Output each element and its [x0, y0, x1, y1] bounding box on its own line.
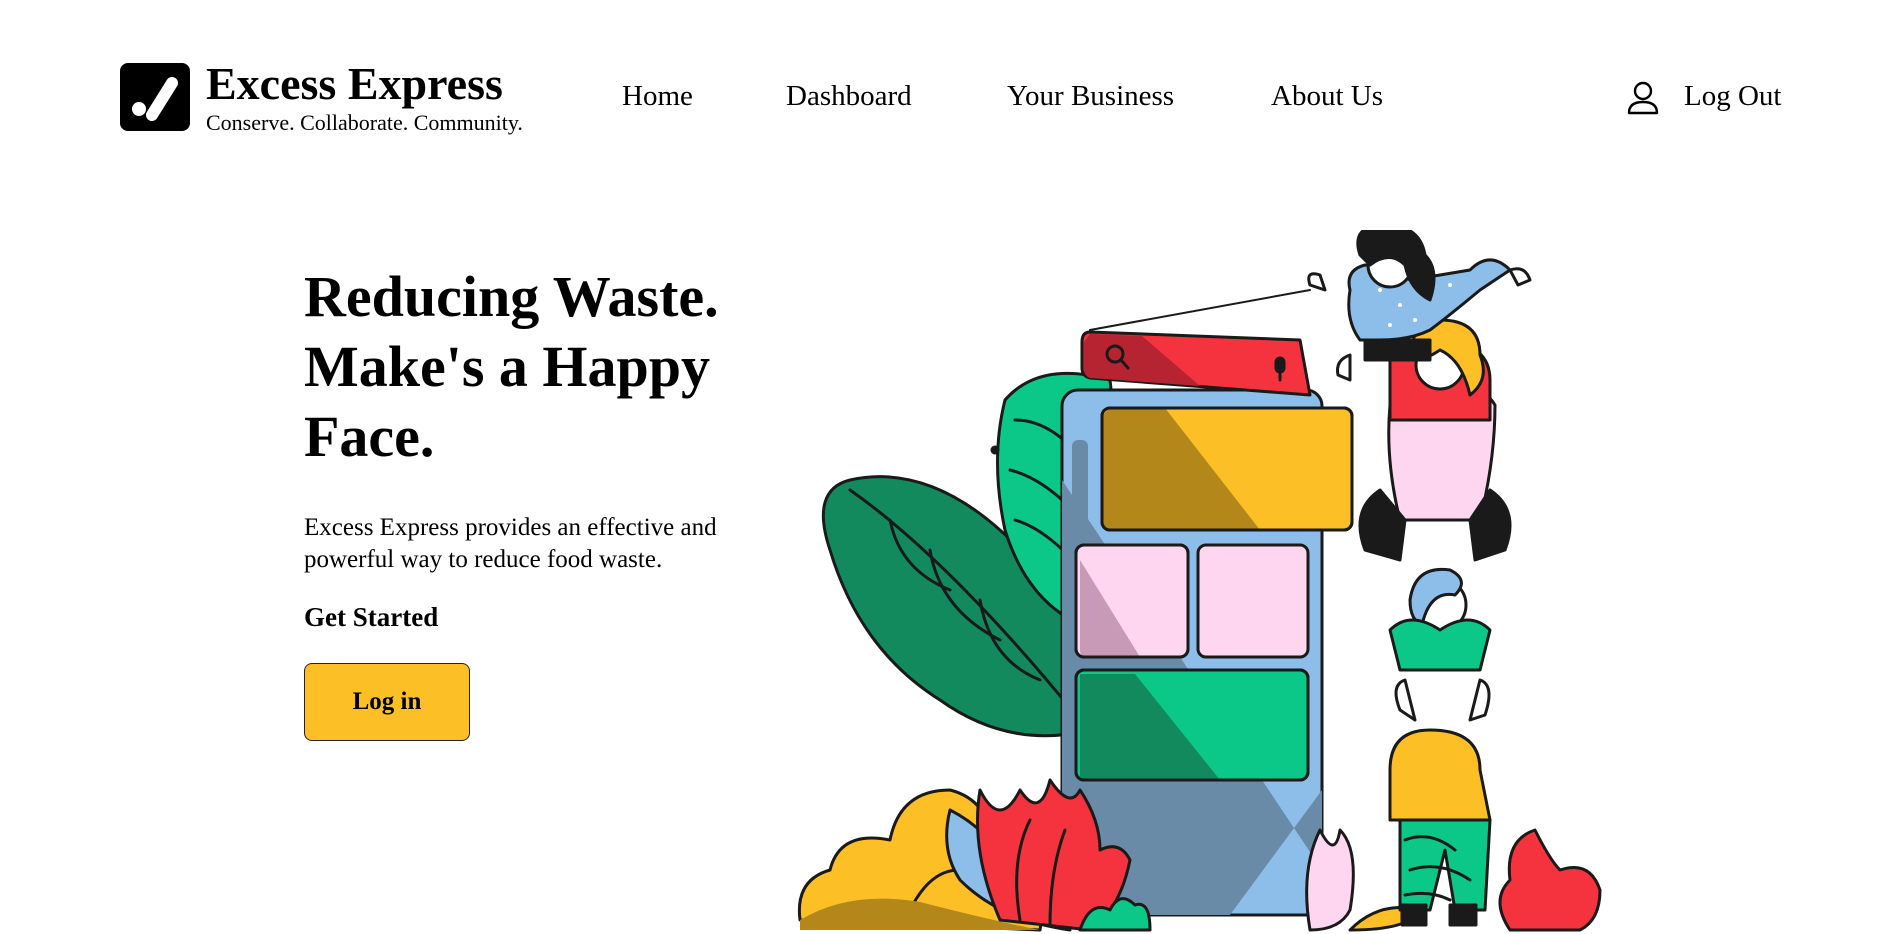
user-icon	[1626, 80, 1660, 116]
brand-name[interactable]: Excess Express	[206, 56, 503, 112]
get-started-heading: Get Started	[304, 602, 439, 632]
nav-dashboard[interactable]: Dashboard	[786, 78, 912, 114]
checkmark-logo-icon[interactable]	[120, 63, 190, 131]
nav-home[interactable]: Home	[622, 78, 693, 114]
brand-tagline: Conserve. Collaborate. Community.	[206, 110, 523, 135]
hero-title: Reducing Waste. Make's a Happy Face.	[304, 264, 719, 469]
login-button[interactable]: Log in	[304, 663, 470, 741]
hero-description: Excess Express provides an effective and…	[304, 514, 717, 573]
nav-your-business[interactable]: Your Business	[1007, 78, 1174, 114]
logout-label: Log Out	[1684, 80, 1782, 112]
site-header: Excess Express Conserve. Collaborate. Co…	[0, 0, 1888, 170]
hero-illustration	[790, 223, 1620, 934]
nav-about-us[interactable]: About Us	[1271, 78, 1383, 114]
landing-page: Excess Express Conserve. Collaborate. Co…	[0, 0, 1888, 934]
